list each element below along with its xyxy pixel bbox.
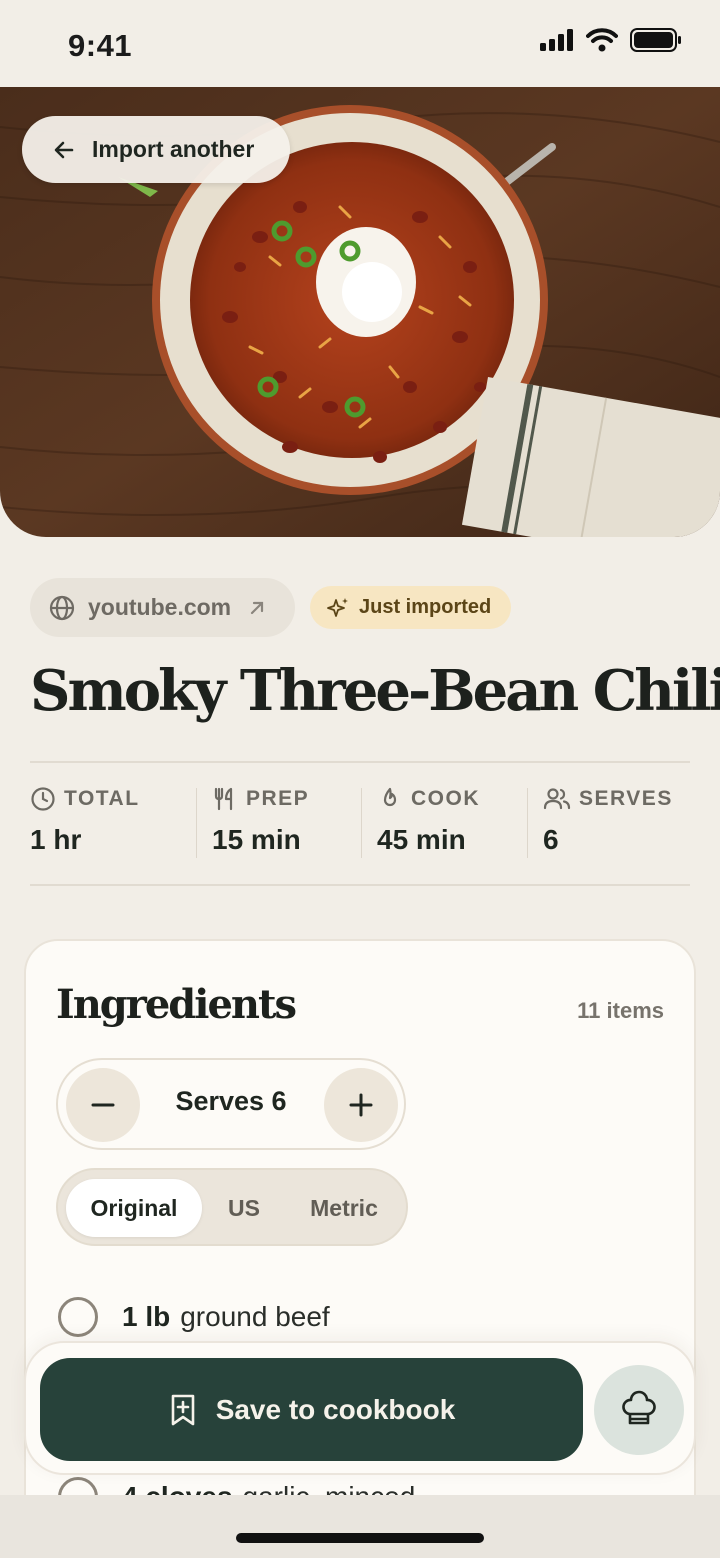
stat-serves-value: 6 — [543, 824, 559, 855]
flame-icon — [383, 787, 397, 807]
stat-total-label: TOTAL — [64, 787, 140, 810]
unit-original-tab[interactable]: Original — [66, 1179, 202, 1237]
increase-servings-button[interactable] — [324, 1068, 398, 1142]
stat-total: TOTAL 1 hr — [30, 786, 140, 858]
status-time: 9:41 — [68, 28, 133, 63]
battery-icon — [630, 28, 681, 52]
stat-prep-value: 15 min — [212, 824, 301, 855]
stat-divider — [361, 788, 362, 858]
utensils-icon — [214, 787, 233, 811]
stat-serves: SERVES 6 — [543, 786, 673, 858]
recipe-title: Smoky Three-Bean Chili — [30, 658, 720, 724]
clock-icon — [31, 787, 55, 811]
chef-mode-button[interactable] — [594, 1365, 684, 1455]
just-imported-label: Just imported — [359, 596, 492, 618]
bookmark-plus-icon — [171, 1394, 194, 1425]
source-link[interactable]: youtube.com — [30, 578, 295, 637]
status-bar: 9:41 — [0, 0, 720, 87]
stat-serves-label: SERVES — [579, 787, 673, 810]
import-another-button[interactable]: Import another — [22, 116, 290, 183]
ingredient-count: 11 items — [577, 998, 664, 1023]
external-link-icon — [251, 601, 264, 614]
save-to-cookbook-button[interactable]: Save to cookbook — [40, 1358, 583, 1461]
wifi-icon — [586, 28, 618, 52]
unit-metric-tab[interactable]: Metric — [286, 1179, 402, 1237]
divider — [30, 884, 690, 886]
arrow-left-icon — [54, 141, 74, 158]
save-label: Save to cookbook — [215, 1393, 456, 1425]
people-icon — [543, 788, 571, 810]
stat-cook-label: COOK — [411, 787, 480, 810]
ingredient-qty: 1 lb — [122, 1301, 171, 1332]
stat-divider — [196, 788, 197, 858]
ingredient-item[interactable]: 1 lb ground beef — [58, 1297, 330, 1337]
chef-hat-icon — [622, 1390, 656, 1425]
divider — [30, 761, 690, 763]
source-domain: youtube.com — [88, 594, 232, 620]
ingredients-title: Ingredients — [56, 981, 297, 1028]
plus-icon — [349, 1093, 373, 1117]
bottom-safe-area — [0, 1495, 720, 1558]
action-bar: Save to cookbook — [24, 1341, 696, 1475]
home-indicator[interactable] — [236, 1533, 484, 1543]
servings-stepper: Serves 6 — [56, 1058, 406, 1150]
import-another-label: Import another — [92, 136, 255, 162]
stat-divider — [527, 788, 528, 858]
signal-icon — [540, 29, 573, 51]
stat-cook-value: 45 min — [377, 824, 466, 855]
stat-prep-label: PREP — [246, 787, 310, 810]
stat-prep: PREP 15 min — [212, 786, 309, 858]
ingredient-name: ground beef — [180, 1301, 330, 1332]
stat-cook: COOK 45 min — [377, 786, 480, 858]
ingredient-checkbox[interactable] — [58, 1297, 98, 1337]
status-icons — [540, 28, 682, 52]
just-imported-badge: Just imported — [310, 586, 511, 629]
unit-toggle: Original US Metric — [56, 1168, 408, 1246]
stat-total-value: 1 hr — [30, 824, 82, 855]
ingredient-text: 1 lb ground beef — [122, 1301, 330, 1333]
unit-us-tab[interactable]: US — [206, 1179, 282, 1237]
recipe-stats: TOTAL 1 hr PREP 15 min COOK 45 min SERVE… — [30, 786, 690, 858]
globe-icon — [49, 595, 75, 620]
sparkles-icon — [327, 597, 348, 617]
